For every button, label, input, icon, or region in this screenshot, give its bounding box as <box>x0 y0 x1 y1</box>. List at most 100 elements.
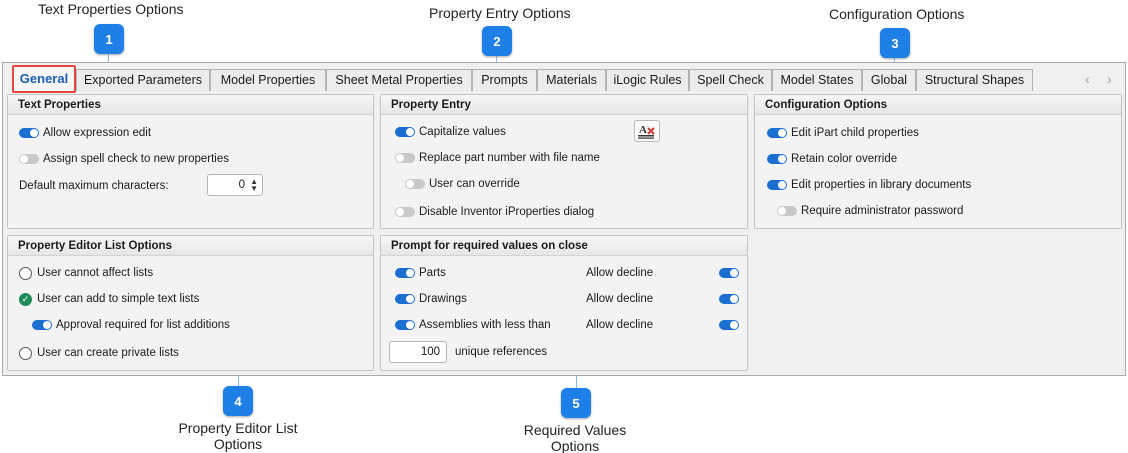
assign-spell-check-toggle[interactable]: Assign spell check to new properties <box>19 150 229 168</box>
can-add-lists-radio[interactable]: ✓ User can add to simple text lists <box>19 290 199 308</box>
edit-ipart-toggle[interactable]: Edit iPart child properties <box>767 124 919 142</box>
callout-label-line: Required Values <box>523 422 627 438</box>
parts-allow-decline-toggle[interactable] <box>719 264 743 282</box>
group-title: Text Properties <box>8 95 373 115</box>
tab-prompts[interactable]: Prompts <box>472 69 537 91</box>
edit-library-toggle[interactable]: Edit properties in library documents <box>767 176 971 194</box>
parts-toggle[interactable]: Parts <box>395 264 446 282</box>
replace-part-number-toggle[interactable]: Replace part number with file name <box>395 149 600 167</box>
default-max-chars-spinner[interactable]: 0 ▲ ▼ <box>207 174 263 196</box>
toggle-label: Capitalize values <box>419 126 506 138</box>
toggle-label: Assemblies with less than <box>419 319 551 331</box>
approval-required-toggle[interactable]: Approval required for list additions <box>32 316 230 334</box>
tab-structural-shapes[interactable]: Structural Shapes <box>916 69 1033 91</box>
toggle-label: User can override <box>429 178 520 190</box>
callout-label-line: Options <box>213 436 263 452</box>
unique-references-input[interactable]: 100 <box>389 341 447 363</box>
tab-model-states[interactable]: Model States <box>772 69 862 91</box>
toggle-label: Assign spell check to new properties <box>43 153 230 165</box>
configuration-options-group: Configuration Options Edit iPart child p… <box>754 94 1122 229</box>
group-title: Configuration Options <box>755 95 1121 115</box>
toggle-label: Parts <box>419 267 446 279</box>
spinner-arrows-icon[interactable]: ▲ ▼ <box>250 178 258 193</box>
callout-badge-4: 4 <box>223 386 253 416</box>
property-entry-group: Property Entry Capitalize values A Repla… <box>380 94 748 229</box>
parts-allow-decline-label: Allow decline <box>586 267 654 279</box>
user-can-override-toggle[interactable]: User can override <box>405 175 520 193</box>
disable-iproperties-toggle[interactable]: Disable Inventor iProperties dialog <box>395 203 594 221</box>
private-lists-radio[interactable]: User can create private lists <box>19 344 179 362</box>
callout-label-required-values: Required Values Options <box>505 422 645 453</box>
capitalize-glyph-icon: A <box>638 124 655 139</box>
toggle-label: Edit iPart child properties <box>791 127 919 139</box>
toggle-switch[interactable] <box>395 127 415 137</box>
capitalize-options-icon[interactable]: A <box>634 120 660 142</box>
text-properties-group: Text Properties Allow expression edit As… <box>7 94 374 229</box>
group-title: Property Entry <box>381 95 747 115</box>
toggle-label: Edit properties in library documents <box>791 179 972 191</box>
toggle-switch[interactable] <box>719 268 739 278</box>
radio-label: User can create private lists <box>37 347 179 359</box>
toggle-switch[interactable] <box>32 320 52 330</box>
radio-label: User cannot affect lists <box>37 267 154 279</box>
capitalize-values-toggle[interactable]: Capitalize values <box>395 123 506 141</box>
toggle-switch[interactable] <box>395 207 415 217</box>
radio-checked-icon[interactable]: ✓ <box>19 292 32 306</box>
callout-badge-3: 3 <box>880 28 910 58</box>
callout-badge-2: 2 <box>482 26 512 56</box>
toggle-switch[interactable] <box>719 294 739 304</box>
radio-label: User can add to simple text lists <box>37 293 200 305</box>
tab-sheet-metal-properties[interactable]: Sheet Metal Properties <box>326 69 472 91</box>
toggle-label: Allow expression edit <box>43 127 152 139</box>
tab-spell-check[interactable]: Spell Check <box>689 69 772 91</box>
unique-references-value: 100 <box>420 346 440 358</box>
drawings-toggle[interactable]: Drawings <box>395 290 467 308</box>
tab-materials[interactable]: Materials <box>537 69 606 91</box>
callout-label-configuration: Configuration Options <box>829 6 965 22</box>
tab-model-properties[interactable]: Model Properties <box>210 69 326 91</box>
radio-button[interactable] <box>19 266 32 280</box>
callout-label-property-entry: Property Entry Options <box>429 5 571 21</box>
toggle-switch[interactable] <box>19 154 39 164</box>
callout-badge-1: 1 <box>94 24 124 54</box>
spinner-value: 0 <box>238 179 246 191</box>
callout-label-line: Options <box>550 438 600 453</box>
tab-exported-parameters[interactable]: Exported Parameters <box>76 69 210 91</box>
toggle-label: Retain color override <box>791 153 898 165</box>
tab-global[interactable]: Global <box>862 69 916 91</box>
toggle-switch[interactable] <box>395 153 415 163</box>
toggle-switch[interactable] <box>767 154 787 164</box>
callout-label-line: Property Editor List <box>178 420 298 436</box>
toggle-switch[interactable] <box>395 268 415 278</box>
toggle-switch[interactable] <box>19 128 39 138</box>
toggle-switch[interactable] <box>395 320 415 330</box>
toggle-switch[interactable] <box>395 294 415 304</box>
toggle-switch[interactable] <box>767 128 787 138</box>
settings-dialog: General Exported Parameters Model Proper… <box>2 62 1126 376</box>
cannot-affect-lists-radio[interactable]: User cannot affect lists <box>19 264 153 282</box>
capitalize-glyph-letter: A <box>639 124 647 136</box>
toggle-switch[interactable] <box>719 320 739 330</box>
allow-expression-edit-toggle[interactable]: Allow expression edit <box>19 124 151 142</box>
toggle-label: Approval required for list additions <box>56 319 230 331</box>
toggle-switch[interactable] <box>405 179 425 189</box>
assemblies-toggle[interactable]: Assemblies with less than <box>395 316 551 334</box>
tab-general[interactable]: General <box>12 65 76 93</box>
tab-strip: General Exported Parameters Model Proper… <box>3 63 1125 93</box>
tab-scroll-left-icon[interactable]: ‹ <box>1085 71 1090 87</box>
toggle-switch[interactable] <box>767 180 787 190</box>
toggle-label: Disable Inventor iProperties dialog <box>419 206 595 218</box>
toggle-switch[interactable] <box>777 206 797 216</box>
prompt-required-group: Prompt for required values on close Part… <box>380 235 748 371</box>
toggle-label: Replace part number with file name <box>419 152 600 164</box>
require-admin-toggle[interactable]: Require administrator password <box>777 202 963 220</box>
group-title: Prompt for required values on close <box>381 236 747 256</box>
radio-button[interactable] <box>19 346 32 360</box>
tab-scroll-right-icon[interactable]: › <box>1107 71 1112 87</box>
retain-color-toggle[interactable]: Retain color override <box>767 150 897 168</box>
assemblies-allow-decline-toggle[interactable] <box>719 316 743 334</box>
drawings-allow-decline-label: Allow decline <box>586 293 654 305</box>
tab-ilogic-rules[interactable]: iLogic Rules <box>606 69 689 91</box>
list-options-group: Property Editor List Options User cannot… <box>7 235 374 371</box>
drawings-allow-decline-toggle[interactable] <box>719 290 743 308</box>
